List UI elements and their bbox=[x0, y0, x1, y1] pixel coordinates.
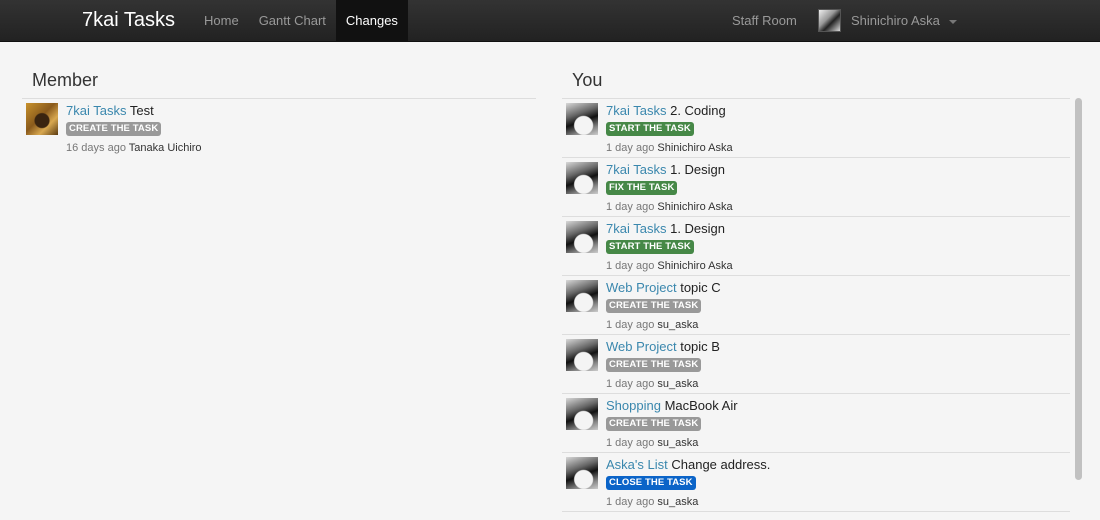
timestamp: 1 day ago bbox=[606, 437, 655, 449]
list-item: 7kai Tasks Test CREATE THE TASK 16 days … bbox=[22, 99, 536, 157]
user-name: Shinichiro Aska bbox=[657, 260, 733, 272]
entry-title: Web Project topic C bbox=[606, 279, 721, 297]
entry-meta: 1 day ago su_aska bbox=[606, 318, 698, 332]
entry-title: 7kai Tasks 1. Design bbox=[606, 161, 725, 179]
avatar bbox=[566, 398, 598, 430]
entry-meta: 1 day ago Shinichiro Aska bbox=[606, 259, 733, 273]
entry-title: 7kai Tasks 1. Design bbox=[606, 220, 725, 238]
entry-meta: 1 day ago su_aska bbox=[606, 436, 698, 450]
task-name: 1. Design bbox=[670, 221, 726, 236]
user-avatar bbox=[818, 9, 841, 32]
timestamp: 1 day ago bbox=[606, 319, 655, 331]
project-link[interactable]: Shopping bbox=[606, 398, 661, 413]
entry-title: Web Project topic B bbox=[606, 338, 720, 356]
status-badge: FIX THE TASK bbox=[606, 181, 678, 195]
timestamp: 1 day ago bbox=[606, 201, 655, 213]
avatar bbox=[566, 162, 598, 194]
timestamp: 1 day ago bbox=[606, 142, 655, 154]
list-item: Web Project topic B CREATE THE TASK 1 da… bbox=[562, 335, 1070, 394]
member-feed: 7kai Tasks Test CREATE THE TASK 16 days … bbox=[22, 99, 536, 157]
status-badge: START THE TASK bbox=[606, 122, 694, 136]
user-name: Shinichiro Aska bbox=[657, 142, 733, 154]
chevron-down-icon bbox=[948, 19, 957, 24]
user-name: su_aska bbox=[657, 378, 699, 390]
entry-meta: 16 days ago Tanaka Uichiro bbox=[66, 141, 202, 155]
nav-gantt-chart[interactable]: Gantt Chart bbox=[249, 0, 336, 41]
entry-meta: 1 day ago su_aska bbox=[606, 495, 698, 509]
you-column: You 7kai Tasks 2. Coding START THE TASK … bbox=[562, 62, 1070, 512]
list-item: 7kai Tasks 2. Coding START THE TASK 1 da… bbox=[562, 99, 1070, 158]
avatar bbox=[26, 103, 58, 135]
status-badge: CREATE THE TASK bbox=[606, 299, 702, 313]
top-navbar: 7kai Tasks Home Gantt Chart Changes Staf… bbox=[0, 0, 1100, 42]
project-link[interactable]: Aska's List bbox=[606, 457, 668, 472]
task-name: Test bbox=[129, 103, 154, 118]
entry-title: Shopping MacBook Air bbox=[606, 397, 738, 415]
project-link[interactable]: 7kai Tasks bbox=[606, 103, 666, 118]
status-badge: CREATE THE TASK bbox=[66, 122, 162, 136]
entry-title: Aska's List Change address. bbox=[606, 456, 770, 474]
status-badge: CREATE THE TASK bbox=[606, 417, 702, 431]
task-name: topic C bbox=[680, 280, 721, 295]
entry-meta: 1 day ago Shinichiro Aska bbox=[606, 141, 733, 155]
user-name: su_aska bbox=[657, 319, 699, 331]
task-name: MacBook Air bbox=[664, 398, 738, 413]
task-name: 2. Coding bbox=[670, 103, 726, 118]
user-name: Tanaka Uichiro bbox=[128, 142, 202, 154]
status-badge: CLOSE THE TASK bbox=[606, 476, 696, 490]
user-menu[interactable]: Shinichiro Aska bbox=[818, 0, 957, 41]
timestamp: 1 day ago bbox=[606, 378, 655, 390]
task-name: Change address. bbox=[671, 457, 771, 472]
entry-meta: 1 day ago su_aska bbox=[606, 377, 698, 391]
list-item: Shopping MacBook Air CREATE THE TASK 1 d… bbox=[562, 394, 1070, 453]
right-nav: Staff Room bbox=[722, 0, 807, 41]
project-link[interactable]: 7kai Tasks bbox=[66, 103, 126, 118]
timestamp: 1 day ago bbox=[606, 260, 655, 272]
member-column: Member 7kai Tasks Test CREATE THE TASK 1… bbox=[22, 62, 536, 157]
brand-logo[interactable]: 7kai Tasks bbox=[82, 8, 175, 32]
project-link[interactable]: Web Project bbox=[606, 339, 677, 354]
nav-changes[interactable]: Changes bbox=[335, 0, 408, 41]
timestamp: 1 day ago bbox=[606, 496, 655, 508]
avatar bbox=[566, 103, 598, 135]
avatar bbox=[566, 221, 598, 253]
user-name: Shinichiro Aska bbox=[657, 201, 733, 213]
user-name: su_aska bbox=[657, 496, 699, 508]
nav-staff-room[interactable]: Staff Room bbox=[722, 0, 807, 41]
scrollbar[interactable] bbox=[1075, 98, 1082, 480]
task-name: topic B bbox=[680, 339, 720, 354]
project-link[interactable]: Web Project bbox=[606, 280, 677, 295]
nav-home[interactable]: Home bbox=[194, 0, 249, 41]
user-name: su_aska bbox=[657, 437, 699, 449]
entry-title: 7kai Tasks 2. Coding bbox=[606, 102, 726, 120]
task-name: 1. Design bbox=[670, 162, 726, 177]
project-link[interactable]: 7kai Tasks bbox=[606, 221, 666, 236]
list-item: Web Project topic C CREATE THE TASK 1 da… bbox=[562, 276, 1070, 335]
avatar bbox=[566, 339, 598, 371]
avatar bbox=[566, 457, 598, 489]
member-heading: Member bbox=[32, 70, 99, 90]
status-badge: CREATE THE TASK bbox=[606, 358, 702, 372]
list-item: 7kai Tasks 1. Design START THE TASK 1 da… bbox=[562, 217, 1070, 276]
status-badge: START THE TASK bbox=[606, 240, 694, 254]
user-name: Shinichiro Aska bbox=[851, 13, 940, 28]
you-heading: You bbox=[572, 70, 603, 90]
main-nav: Home Gantt Chart Changes bbox=[194, 0, 408, 41]
entry-title: 7kai Tasks Test bbox=[66, 102, 154, 120]
you-feed: 7kai Tasks 2. Coding START THE TASK 1 da… bbox=[562, 99, 1070, 512]
list-item: 7kai Tasks 1. Design FIX THE TASK 1 day … bbox=[562, 158, 1070, 217]
timestamp: 16 days ago bbox=[66, 142, 126, 154]
list-item: Aska's List Change address. CLOSE THE TA… bbox=[562, 453, 1070, 512]
avatar bbox=[566, 280, 598, 312]
entry-meta: 1 day ago Shinichiro Aska bbox=[606, 200, 733, 214]
project-link[interactable]: 7kai Tasks bbox=[606, 162, 666, 177]
